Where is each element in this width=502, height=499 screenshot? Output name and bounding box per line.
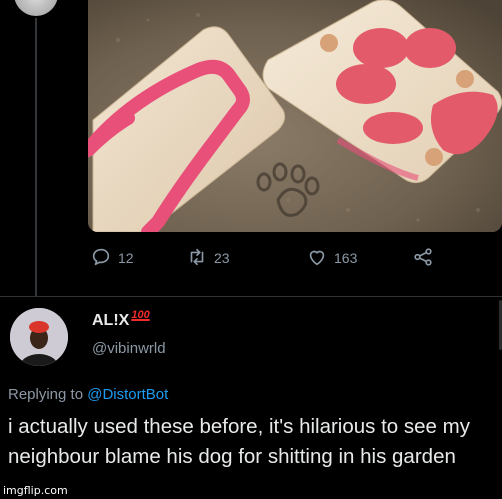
reply-icon bbox=[90, 246, 112, 271]
replying-to-label: Replying to bbox=[8, 386, 84, 403]
like-count: 163 bbox=[334, 250, 358, 266]
replying-to-line: Replying to @DistortBot bbox=[8, 386, 168, 403]
tweet-action-bar: 12 23 163 bbox=[88, 244, 478, 272]
like-icon bbox=[306, 246, 328, 271]
previous-tweet-avatar[interactable] bbox=[14, 0, 58, 16]
reply-author-name[interactable]: AL!X 100 bbox=[92, 309, 150, 330]
reply-author-handle[interactable]: @vibinwrld bbox=[92, 340, 166, 357]
tweet-divider bbox=[0, 296, 502, 297]
hundred-points-badge: 100 bbox=[131, 309, 150, 321]
reply-tweet-text: i actually used these before, it's hilar… bbox=[8, 415, 470, 468]
avatar[interactable] bbox=[10, 308, 68, 366]
replying-to-mention-link[interactable]: @DistortBot bbox=[87, 386, 168, 403]
tweet-media-image[interactable] bbox=[88, 0, 502, 232]
like-button[interactable]: 163 bbox=[306, 244, 357, 272]
share-button[interactable] bbox=[412, 244, 434, 272]
reply-count: 12 bbox=[118, 250, 134, 266]
retweet-button[interactable]: 23 bbox=[186, 244, 230, 272]
retweet-count: 23 bbox=[214, 250, 230, 266]
share-icon bbox=[412, 246, 434, 271]
thread-connector-line bbox=[35, 18, 37, 296]
retweet-icon bbox=[186, 246, 208, 271]
display-name: AL!X bbox=[92, 312, 130, 329]
imgflip-watermark: imgflip.com bbox=[0, 483, 71, 498]
reply-button[interactable]: 12 bbox=[90, 244, 134, 272]
